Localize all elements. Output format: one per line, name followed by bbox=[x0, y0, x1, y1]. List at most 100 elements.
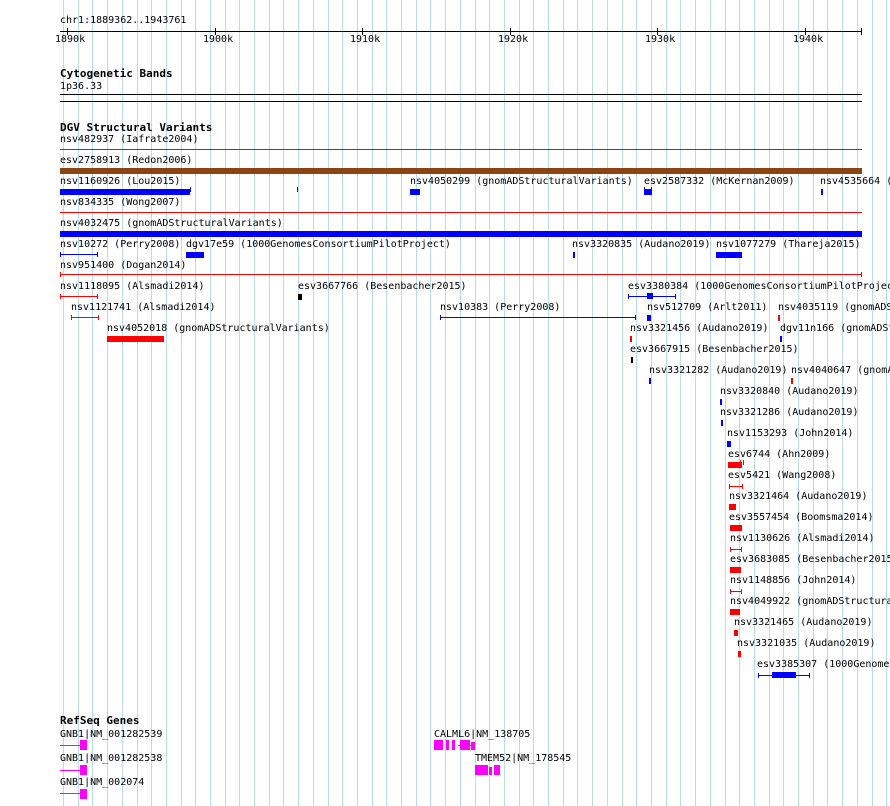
sv-label[interactable]: esv3667766 (Besenbacher2015) bbox=[298, 281, 467, 292]
sv-feature[interactable] bbox=[60, 189, 190, 195]
sv-feature[interactable] bbox=[729, 486, 743, 487]
sv-label[interactable]: nsv3321286 (Audano2019) bbox=[720, 407, 858, 418]
sv-feature[interactable] bbox=[727, 441, 731, 447]
sv-feature[interactable] bbox=[730, 567, 741, 573]
sv-label[interactable]: nsv512709 (Arlt2011) bbox=[647, 302, 767, 313]
gene-exon[interactable] bbox=[471, 742, 475, 750]
sv-feature[interactable] bbox=[186, 252, 204, 258]
sv-feature[interactable] bbox=[71, 317, 99, 318]
sv-label[interactable]: esv3385307 (1000Genomes bbox=[757, 659, 890, 670]
sv-label[interactable]: esv3380384 (1000GenomesConsortiumPilotPr… bbox=[628, 281, 890, 292]
sv-feature[interactable] bbox=[573, 252, 575, 258]
sv-feature[interactable] bbox=[716, 252, 742, 258]
sv-feature[interactable] bbox=[738, 651, 741, 657]
sv-feature[interactable] bbox=[60, 168, 862, 174]
refseq-track-title[interactable]: RefSeq Genes bbox=[60, 715, 139, 727]
sv-label[interactable]: nsv4032475 (gnomADStructuralVariants) bbox=[60, 218, 283, 229]
gene-label[interactable]: CALML6|NM_138705 bbox=[434, 729, 530, 740]
sv-label[interactable]: nsv951400 (Dogan2014) bbox=[60, 260, 186, 271]
gene-exon[interactable] bbox=[460, 740, 470, 750]
sv-label[interactable]: esv2758913 (Redon2006) bbox=[60, 155, 192, 166]
sv-label[interactable]: nsv3320840 (Audano2019) bbox=[720, 386, 858, 397]
sv-feature[interactable] bbox=[721, 420, 723, 426]
sv-label[interactable]: dgv11n166 (gnomADSt bbox=[780, 323, 890, 334]
sv-feature-block[interactable] bbox=[647, 293, 653, 299]
sv-label[interactable]: esv5421 (Wang2008) bbox=[728, 470, 836, 481]
sv-feature[interactable] bbox=[720, 399, 722, 405]
gene-exon[interactable] bbox=[489, 767, 492, 775]
sv-label[interactable]: nsv1077279 (Thareja2015) bbox=[716, 239, 861, 250]
sv-feature-cap bbox=[742, 484, 743, 489]
sv-label[interactable]: nsv1130626 (Alsmadi2014) bbox=[730, 533, 875, 544]
sv-label[interactable]: nsv834335 (Wong2007) bbox=[60, 197, 180, 208]
sv-label[interactable]: nsv10383 (Perry2008) bbox=[440, 302, 560, 313]
sv-label[interactable]: nsv3321456 (Audano2019) bbox=[630, 323, 768, 334]
gene-exon[interactable] bbox=[80, 765, 87, 775]
sv-label[interactable]: nsv3321035 (Audano2019) bbox=[737, 638, 875, 649]
sv-label[interactable]: nsv4035119 (gnomADS bbox=[778, 302, 890, 313]
cytoband-track-title[interactable]: Cytogenetic Bands bbox=[60, 68, 173, 80]
sv-feature[interactable] bbox=[60, 274, 862, 275]
sv-feature[interactable] bbox=[821, 189, 823, 195]
gene-exon[interactable] bbox=[475, 765, 488, 775]
sv-label[interactable]: nsv4535664 ( bbox=[820, 176, 890, 187]
gene-exon[interactable] bbox=[446, 740, 449, 750]
sv-label[interactable]: nsv4050299 (gnomADStructuralVariants) bbox=[410, 176, 633, 187]
sv-feature[interactable] bbox=[729, 504, 736, 510]
sv-feature-block[interactable] bbox=[772, 672, 796, 678]
sv-feature[interactable] bbox=[730, 525, 742, 531]
sv-label[interactable]: nsv1160926 (Lou2015) bbox=[60, 176, 180, 187]
sv-label[interactable]: nsv3320835 (Audano2019) bbox=[572, 239, 710, 250]
sv-label[interactable]: nsv1118095 (Alsmadi2014) bbox=[60, 281, 205, 292]
gene-exon[interactable] bbox=[60, 745, 80, 746]
sv-feature[interactable] bbox=[734, 630, 738, 636]
cytoband-ideogram[interactable] bbox=[60, 94, 862, 102]
sv-label[interactable]: esv6744 (Ahn2009) bbox=[728, 449, 830, 460]
gene-exon[interactable] bbox=[60, 770, 80, 771]
sv-label[interactable]: esv3683085 (Besenbacher2015 bbox=[730, 554, 890, 565]
sv-label[interactable]: nsv4052018 (gnomADStructuralVariants) bbox=[107, 323, 330, 334]
sv-feature[interactable] bbox=[631, 357, 633, 363]
sv-label[interactable]: nsv4049922 (gnomADStructura bbox=[730, 596, 890, 607]
sv-feature[interactable] bbox=[60, 212, 862, 213]
gene-exon[interactable] bbox=[434, 740, 443, 750]
sv-feature[interactable] bbox=[778, 315, 780, 321]
sv-feature[interactable] bbox=[107, 336, 164, 342]
gene-exon[interactable] bbox=[80, 789, 87, 799]
sv-feature[interactable] bbox=[791, 378, 793, 384]
gene-exon[interactable] bbox=[80, 740, 87, 750]
sv-label[interactable]: nsv3321282 (Audano2019) bbox=[649, 365, 787, 376]
sv-feature[interactable] bbox=[630, 336, 632, 342]
sv-feature[interactable] bbox=[60, 149, 862, 150]
sv-label[interactable]: nsv1148856 (John2014) bbox=[730, 575, 856, 586]
gene-exon[interactable] bbox=[452, 740, 455, 750]
sv-label[interactable]: esv2587332 (McKernan2009) bbox=[644, 176, 795, 187]
sv-label[interactable]: nsv1153293 (John2014) bbox=[727, 428, 853, 439]
sv-feature[interactable] bbox=[60, 254, 98, 255]
sv-label[interactable]: nsv10272 (Perry2008) bbox=[60, 239, 180, 250]
sv-feature[interactable] bbox=[780, 336, 782, 342]
sv-feature[interactable] bbox=[440, 317, 636, 318]
sv-feature[interactable] bbox=[649, 378, 651, 384]
sv-label[interactable]: nsv3321465 (Audano2019) bbox=[734, 617, 872, 628]
sv-label[interactable]: nsv3321464 (Audano2019) bbox=[729, 491, 867, 502]
sv-feature[interactable] bbox=[60, 231, 862, 237]
sv-feature[interactable] bbox=[647, 315, 651, 321]
sv-label[interactable]: esv3667915 (Besenbacher2015) bbox=[630, 344, 799, 355]
gene-label[interactable]: GNB1|NM_001282539 bbox=[60, 729, 162, 740]
sv-label[interactable]: nsv1121741 (Alsmadi2014) bbox=[71, 302, 216, 313]
sv-label[interactable]: esv3557454 (Boomsma2014) bbox=[729, 512, 874, 523]
sv-feature[interactable] bbox=[410, 189, 420, 195]
sv-feature[interactable] bbox=[60, 296, 98, 297]
sv-label[interactable]: dgv17e59 (1000GenomesConsortiumPilotProj… bbox=[186, 239, 451, 250]
sv-feature[interactable] bbox=[730, 609, 740, 615]
sv-label[interactable]: nsv4040647 (gnomA bbox=[791, 365, 890, 376]
dgv-track-title[interactable]: DGV Structural Variants bbox=[60, 122, 212, 134]
sv-feature[interactable] bbox=[298, 294, 302, 300]
sv-label[interactable]: nsv482937 (Iafrate2004) bbox=[60, 134, 198, 145]
gene-label[interactable]: TMEM52|NM_178545 bbox=[475, 753, 571, 764]
gene-exon[interactable] bbox=[494, 765, 500, 775]
gene-exon[interactable] bbox=[60, 793, 80, 794]
gene-label[interactable]: GNB1|NM_001282538 bbox=[60, 753, 162, 764]
gene-label[interactable]: GNB1|NM_002074 bbox=[60, 777, 144, 788]
